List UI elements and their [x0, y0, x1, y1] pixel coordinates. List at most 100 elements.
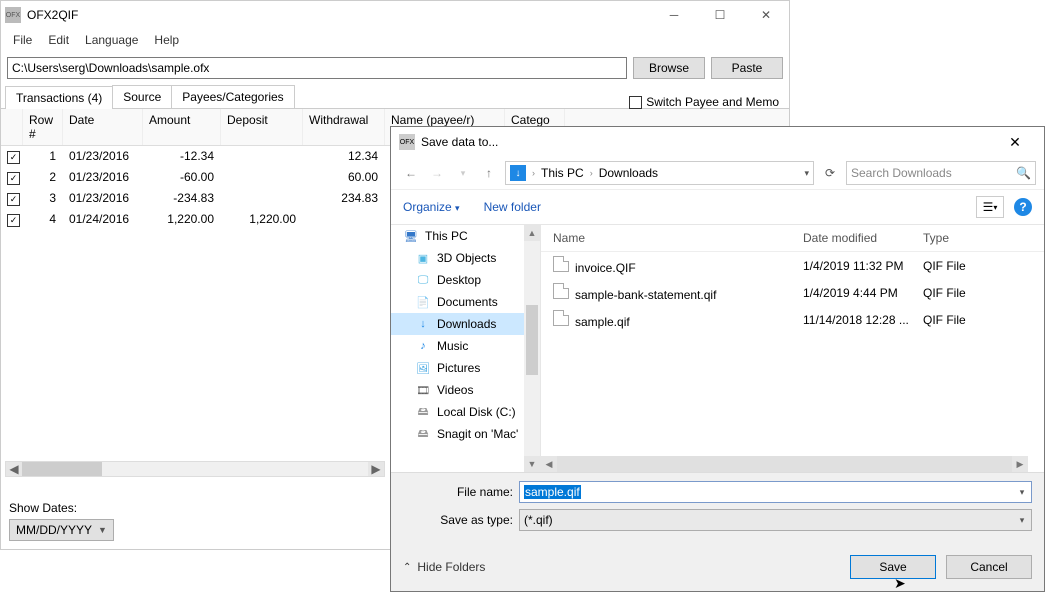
date-format-dropdown[interactable]: MM/DD/YYYY ▼ [9, 519, 114, 541]
tree-scrollbar[interactable]: ▲ ▼ [524, 225, 540, 472]
tree-snagit[interactable]: 🖴Snagit on 'Mac' [391, 423, 540, 445]
scroll-right-icon[interactable]: ▶ [368, 462, 384, 476]
chevron-down-icon: ▼ [98, 525, 107, 535]
path-input[interactable] [7, 57, 627, 79]
nav-back-button[interactable]: ← [399, 161, 423, 185]
col-amount[interactable]: Amount [143, 109, 221, 145]
row-checkbox[interactable]: ✓ [7, 151, 20, 164]
tree-pictures[interactable]: 🖼Pictures [391, 357, 540, 379]
col-row[interactable]: Row # [23, 109, 63, 145]
file-row[interactable]: sample.qif 11/14/2018 12:28 ... QIF File [541, 306, 1044, 333]
disk-icon: 🖴 [415, 404, 431, 420]
folder-tree: 🖥This PC ▣3D Objects 🖵Desktop 📄Documents… [391, 225, 541, 472]
tree-music[interactable]: ♪Music [391, 335, 540, 357]
cancel-button[interactable]: Cancel [946, 555, 1032, 579]
titlebar: OFX OFX2QIF ─ ☐ ✕ [1, 1, 789, 29]
search-placeholder: Search Downloads [851, 166, 952, 180]
menu-file[interactable]: File [7, 31, 38, 49]
scroll-left-icon[interactable]: ◀ [541, 456, 557, 472]
chevron-up-icon: ⌃ [403, 562, 411, 573]
file-name-input[interactable]: sample.qif ▾ [519, 481, 1032, 503]
dialog-icon: OFX [399, 134, 415, 150]
maximize-button[interactable]: ☐ [697, 1, 743, 29]
scroll-down-icon[interactable]: ▼ [524, 456, 540, 472]
tree-local-disk[interactable]: 🖴Local Disk (C:) [391, 401, 540, 423]
toolbar-row: Organize ▾ New folder ☰▾ ? [391, 190, 1044, 224]
help-icon[interactable]: ? [1014, 198, 1032, 216]
menu-language[interactable]: Language [79, 31, 144, 49]
col-file-name[interactable]: Name [549, 229, 799, 247]
tree-downloads[interactable]: ↓Downloads [391, 313, 540, 335]
scroll-thumb[interactable] [526, 305, 538, 375]
pictures-icon: 🖼 [415, 360, 431, 376]
download-icon: ↓ [415, 316, 431, 332]
tab-transactions[interactable]: Transactions (4) [5, 86, 113, 109]
col-date[interactable]: Date [63, 109, 143, 145]
file-row[interactable]: sample-bank-statement.qif 1/4/2019 4:44 … [541, 279, 1044, 306]
tree-desktop[interactable]: 🖵Desktop [391, 269, 540, 291]
row-checkbox[interactable]: ✓ [7, 172, 20, 185]
browse-button[interactable]: Browse [633, 57, 705, 79]
organize-menu[interactable]: Organize ▾ [403, 200, 460, 214]
dialog-title: Save data to... [421, 135, 994, 149]
network-drive-icon: 🖴 [415, 426, 431, 442]
grid-hscrollbar[interactable]: ◀ ▶ [5, 461, 385, 477]
col-file-type[interactable]: Type [919, 229, 999, 247]
search-icon: 🔍 [1016, 166, 1031, 180]
col-deposit[interactable]: Deposit [221, 109, 303, 145]
chevron-down-icon[interactable]: ▾ [1013, 482, 1031, 502]
new-folder-button[interactable]: New folder [484, 200, 541, 214]
nav-up-button[interactable]: ↑ [477, 161, 501, 185]
breadcrumb-folder[interactable]: Downloads [599, 166, 658, 180]
dialog-body: 🖥This PC ▣3D Objects 🖵Desktop 📄Documents… [391, 224, 1044, 472]
dialog-titlebar: OFX Save data to... ✕ [391, 127, 1044, 157]
tree-documents[interactable]: 📄Documents [391, 291, 540, 313]
nav-recent-button[interactable]: ▾ [451, 161, 475, 185]
minimize-button[interactable]: ─ [651, 1, 697, 29]
chevron-right-icon: › [590, 168, 593, 178]
switch-checkbox[interactable] [629, 96, 642, 109]
scroll-thumb[interactable] [22, 462, 102, 476]
breadcrumb-root[interactable]: This PC [541, 166, 584, 180]
hide-folders-toggle[interactable]: ⌃ Hide Folders [403, 560, 485, 574]
save-type-dropdown[interactable]: (*.qif) ▾ [519, 509, 1032, 531]
scroll-thumb[interactable] [557, 456, 1012, 472]
tab-payees[interactable]: Payees/Categories [171, 85, 294, 108]
breadcrumb[interactable]: ↓ › This PC › Downloads ▾ [505, 161, 814, 185]
videos-icon: 🎞 [415, 382, 431, 398]
col-withdrawal[interactable]: Withdrawal [303, 109, 385, 145]
menu-help[interactable]: Help [148, 31, 185, 49]
scroll-right-icon[interactable]: ▶ [1012, 456, 1028, 472]
filelist-hscrollbar[interactable]: ◀ ▶ [541, 456, 1028, 472]
tree-3d-objects[interactable]: ▣3D Objects [391, 247, 540, 269]
tab-source[interactable]: Source [112, 85, 172, 108]
nav-forward-button[interactable]: → [425, 161, 449, 185]
save-button[interactable]: Save [850, 555, 936, 579]
file-name-label: File name: [403, 485, 513, 499]
paste-button[interactable]: Paste [711, 57, 783, 79]
breadcrumb-dropdown-icon[interactable]: ▾ [804, 168, 809, 179]
desktop-icon: 🖵 [415, 272, 431, 288]
scroll-left-icon[interactable]: ◀ [6, 462, 22, 476]
switch-payee-memo[interactable]: Switch Payee and Memo [629, 95, 779, 109]
tree-videos[interactable]: 🎞Videos [391, 379, 540, 401]
close-button[interactable]: ✕ [743, 1, 789, 29]
nav-row: ← → ▾ ↑ ↓ › This PC › Downloads ▾ ⟳ Sear… [391, 157, 1044, 190]
chevron-down-icon[interactable]: ▾ [1013, 510, 1031, 530]
file-icon [553, 256, 569, 272]
scroll-up-icon[interactable]: ▲ [524, 225, 540, 241]
tree-this-pc[interactable]: 🖥This PC [391, 225, 540, 247]
file-row[interactable]: invoice.QIF 1/4/2019 11:32 PM QIF File [541, 252, 1044, 279]
refresh-button[interactable]: ⟳ [818, 161, 842, 185]
dialog-close-button[interactable]: ✕ [994, 127, 1036, 157]
row-checkbox[interactable]: ✓ [7, 214, 20, 227]
switch-label: Switch Payee and Memo [646, 95, 779, 109]
view-options-button[interactable]: ☰▾ [976, 196, 1004, 218]
menu-edit[interactable]: Edit [42, 31, 75, 49]
search-input[interactable]: Search Downloads 🔍 [846, 161, 1036, 185]
row-checkbox[interactable]: ✓ [7, 193, 20, 206]
col-file-date[interactable]: Date modified [799, 229, 919, 247]
file-list-header: Name Date modified Type [541, 225, 1044, 252]
file-icon [553, 283, 569, 299]
file-icon [553, 310, 569, 326]
